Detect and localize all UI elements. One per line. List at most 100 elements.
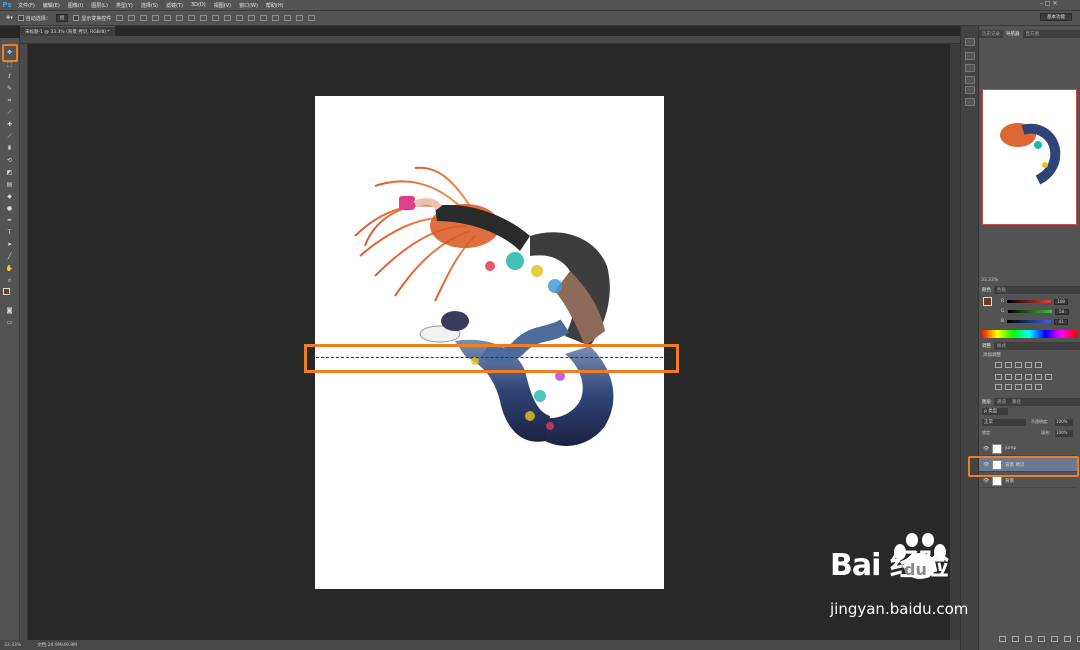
path-select-icon[interactable]: ➤ (4, 240, 15, 249)
spot-healing-icon[interactable]: ✚ (4, 120, 15, 129)
link-layers-icon[interactable] (999, 636, 1006, 642)
menu-select[interactable]: 选择(S) (137, 2, 162, 9)
channel-mixer-icon[interactable] (1035, 374, 1042, 380)
align-top-icon[interactable] (116, 15, 124, 21)
vibrance-icon[interactable] (1035, 362, 1042, 368)
photo-filter-icon[interactable] (1025, 374, 1032, 380)
channel-b-value[interactable]: 41 (1054, 318, 1069, 325)
auto-select-checkbox[interactable] (17, 15, 24, 21)
menu-file[interactable]: 文件(F) (14, 2, 39, 9)
document-tab[interactable]: 未标题-1 @ 33.3% (背景 拷贝, RGB/8) * (20, 26, 115, 36)
tab-adjustments[interactable]: 调整 (979, 342, 994, 350)
clone-source-icon[interactable] (965, 86, 975, 94)
add-mask-icon[interactable] (1025, 636, 1032, 642)
tab-channels[interactable]: 通道 (994, 398, 1009, 406)
quick-select-icon[interactable]: ✎ (4, 84, 15, 93)
menu-edit[interactable]: 编辑(E) (39, 2, 64, 9)
color-balance-icon[interactable] (1005, 374, 1012, 380)
menu-3d[interactable]: 3D(D) (187, 2, 210, 8)
brush-tool-icon[interactable]: ⟋ (4, 132, 15, 141)
menu-help[interactable]: 帮助(H) (262, 2, 288, 9)
align-left-icon[interactable] (152, 15, 160, 21)
fill-field[interactable]: 100% (1055, 430, 1073, 437)
distribute-vcenter-icon[interactable] (200, 15, 208, 21)
navigator-zoom[interactable]: 33.33% (981, 278, 998, 283)
channel-g-slider[interactable] (1007, 310, 1052, 313)
menu-view[interactable]: 视图(V) (210, 2, 235, 9)
show-transform-checkbox[interactable] (73, 15, 80, 21)
3d-drag-icon[interactable] (284, 15, 292, 21)
3d-scale-icon[interactable] (308, 15, 316, 21)
crop-tool-icon[interactable]: ⌗ (4, 96, 15, 105)
menu-window[interactable]: 窗口(W) (235, 2, 262, 9)
clone-stamp-icon[interactable]: ♜ (4, 144, 15, 153)
foreground-color-swatch[interactable] (3, 288, 11, 296)
tab-color[interactable]: 颜色 (979, 286, 994, 294)
distribute-left-icon[interactable] (224, 15, 232, 21)
blend-mode-dropdown[interactable]: 正常 (982, 419, 1026, 426)
window-controls[interactable]: – □ ✕ (1040, 0, 1058, 7)
black-white-icon[interactable] (1015, 374, 1022, 380)
distribute-right-icon[interactable] (236, 15, 244, 21)
menu-image[interactable]: 图像(I) (64, 2, 87, 9)
vertical-scrollbar[interactable] (950, 44, 960, 640)
document-canvas[interactable] (315, 96, 664, 589)
tab-layers[interactable]: 图层 (979, 398, 994, 406)
channel-r-value[interactable]: 109 (1054, 298, 1069, 305)
gradient-map-icon[interactable] (1025, 384, 1032, 390)
brightness-icon[interactable] (995, 362, 1002, 368)
vertical-ruler[interactable] (20, 44, 28, 640)
line-tool-icon[interactable]: ╱ (4, 252, 15, 261)
tab-swatches[interactable]: 色板 (994, 286, 1009, 294)
gradient-icon[interactable]: ▤ (4, 180, 15, 189)
3d-rotate-icon[interactable] (260, 15, 268, 21)
tab-histogram[interactable]: 直方图 (1023, 30, 1043, 38)
menu-layer[interactable]: 图层(L) (87, 2, 112, 9)
align-right-icon[interactable] (176, 15, 184, 21)
levels-icon[interactable] (1005, 362, 1012, 368)
layer-name[interactable]: 背景 (1005, 478, 1014, 484)
layer-name[interactable]: jump (1005, 446, 1016, 451)
eraser-icon[interactable]: ◩ (4, 168, 15, 177)
tab-styles[interactable]: 样式 (994, 342, 1009, 350)
navigator-preview[interactable] (982, 89, 1077, 225)
align-bottom-icon[interactable] (140, 15, 148, 21)
menu-filter[interactable]: 滤镜(T) (162, 2, 187, 9)
3d-roll-icon[interactable] (272, 15, 280, 21)
color-lookup-icon[interactable] (1045, 374, 1052, 380)
dodge-tool-icon[interactable]: ● (4, 204, 15, 213)
layer-filter-dropdown[interactable]: ρ 类型 (982, 408, 1008, 415)
visibility-eye-icon[interactable]: 👁 (983, 446, 989, 452)
eyedropper-icon[interactable]: ⟋ (4, 108, 15, 117)
horizontal-ruler[interactable] (20, 36, 960, 44)
adjustment-layer-icon[interactable] (1038, 636, 1045, 642)
quick-mask-icon[interactable]: ◙ (4, 306, 15, 315)
zoom-tool-icon[interactable]: ⌕ (4, 276, 15, 285)
type-tool-icon[interactable]: T (4, 228, 15, 237)
exposure-icon[interactable] (1025, 362, 1032, 368)
opacity-field[interactable]: 100% (1055, 419, 1073, 426)
move-tool-icon[interactable]: ✥▾ (6, 15, 13, 21)
blur-tool-icon[interactable]: ◆ (4, 192, 15, 201)
auto-select-dropdown[interactable]: 组 (55, 14, 69, 22)
color-spectrum[interactable] (981, 330, 1077, 338)
tab-paths[interactable]: 路径 (1009, 398, 1024, 406)
curves-icon[interactable] (1015, 362, 1022, 368)
layer-jump[interactable]: 👁 jump (979, 442, 1077, 456)
brush-panel-icon[interactable] (965, 64, 975, 72)
channel-g-value[interactable]: 58 (1054, 308, 1069, 315)
auto-align-icon[interactable] (248, 15, 256, 21)
lasso-tool-icon[interactable]: ℓ (4, 72, 15, 81)
selective-color-icon[interactable] (1035, 384, 1042, 390)
zoom-level[interactable]: 33.33% (4, 643, 21, 648)
character-panel-icon[interactable] (965, 98, 975, 106)
distribute-bottom-icon[interactable] (212, 15, 220, 21)
hand-tool-icon[interactable]: ✋ (4, 264, 15, 273)
tab-history[interactable]: 历史记录 (979, 30, 1003, 38)
channel-r-slider[interactable] (1007, 300, 1052, 303)
3d-slide-icon[interactable] (296, 15, 304, 21)
layer-style-icon[interactable] (1012, 636, 1019, 642)
align-vcenter-icon[interactable] (128, 15, 136, 21)
align-hcenter-icon[interactable] (164, 15, 172, 21)
color-foreground-swatch[interactable] (983, 297, 992, 306)
